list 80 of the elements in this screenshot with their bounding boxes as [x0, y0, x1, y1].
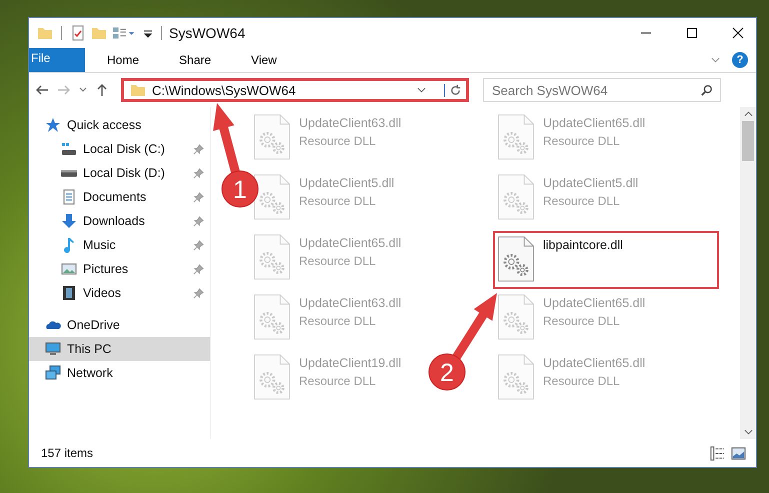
window-title: SysWOW64: [169, 25, 246, 41]
vertical-scrollbar[interactable]: [740, 107, 756, 439]
file-name: UpdateClient63.dll: [299, 296, 402, 310]
file-item[interactable]: libpaintcore.dll: [493, 231, 719, 289]
navigation-item[interactable]: Music: [29, 233, 210, 257]
chevron-down-icon[interactable]: [711, 57, 720, 63]
dll-file-icon: [253, 114, 291, 160]
details-view-icon[interactable]: [710, 446, 725, 460]
navigation-item[interactable]: Downloads: [29, 209, 210, 233]
navigation-item[interactable]: Local Disk (C:): [29, 137, 210, 161]
address-bar[interactable]: C:\Windows\SysWOW64: [121, 78, 469, 102]
navigation-item[interactable]: Quick access: [29, 113, 210, 137]
file-name: UpdateClient19.dll: [299, 356, 402, 370]
file-type: Resource DLL: [299, 254, 377, 268]
large-icons-view-icon[interactable]: [731, 446, 746, 460]
file-name: UpdateClient5.dll: [543, 176, 638, 190]
dll-file-icon: [497, 114, 535, 160]
ribbon-tab[interactable]: Home: [93, 48, 154, 72]
file-name: UpdateClient65.dll: [299, 236, 402, 250]
monitor-icon: [45, 341, 61, 357]
navigation-item[interactable]: Documents: [29, 185, 210, 209]
back-arrow-icon[interactable]: [35, 83, 49, 97]
music-note-icon: [61, 237, 77, 253]
dll-file-icon: [253, 174, 291, 220]
dll-file-icon: [253, 234, 291, 280]
navigation-item[interactable]: Videos: [29, 281, 210, 305]
picture-icon: [61, 261, 77, 277]
search-icon: [701, 84, 713, 96]
file-name: UpdateClient65.dll: [543, 116, 646, 130]
ribbon-tab[interactable]: View: [237, 48, 291, 72]
navigation-item[interactable]: Local Disk (D:): [29, 161, 210, 185]
file-name: libpaintcore.dll: [543, 238, 623, 252]
drive-icon: [61, 170, 77, 176]
properties-icon[interactable]: [70, 25, 86, 41]
scrollbar-thumb[interactable]: [742, 121, 754, 161]
dll-file-icon: [497, 236, 535, 282]
maximize-icon[interactable]: [686, 27, 698, 39]
navigation-item[interactable]: OneDrive: [29, 313, 210, 337]
navigation-item[interactable]: Pictures: [29, 257, 210, 281]
step-number-badge: 2: [428, 354, 466, 390]
file-type: Resource DLL: [543, 314, 621, 328]
folder-icon: [130, 82, 146, 98]
file-name: UpdateClient5.dll: [299, 176, 394, 190]
navigation-item[interactable]: Network: [29, 361, 210, 385]
drive-icon: [61, 141, 77, 157]
close-icon[interactable]: [732, 27, 744, 39]
file-type: Resource DLL: [543, 134, 621, 148]
file-type: Resource DLL: [299, 194, 377, 208]
recent-locations-icon[interactable]: [79, 87, 87, 93]
refresh-icon[interactable]: [444, 84, 462, 96]
address-path: C:\Windows\SysWOW64: [152, 82, 297, 98]
star-icon: [45, 117, 61, 133]
file-type: Resource DLL: [543, 374, 621, 388]
file-name: UpdateClient65.dll: [543, 296, 646, 310]
file-type: Resource DLL: [299, 374, 377, 388]
dll-file-icon: [253, 294, 291, 340]
network-icon: [45, 365, 61, 381]
dll-file-icon: [497, 354, 535, 400]
step-number-badge: 1: [222, 170, 258, 208]
up-arrow-icon[interactable]: [95, 83, 109, 97]
navigation-item[interactable]: This PC: [29, 337, 210, 361]
dll-file-icon: [253, 354, 291, 400]
dll-file-icon: [497, 294, 535, 340]
chevron-down-icon[interactable]: [417, 87, 426, 93]
file-type: Resource DLL: [299, 134, 377, 148]
file-menu-tab[interactable]: File: [29, 48, 85, 72]
search-field[interactable]: Search SysWOW64: [483, 78, 721, 102]
item-count: 157 items: [41, 446, 94, 460]
file-type: Resource DLL: [543, 194, 621, 208]
ribbon-tab[interactable]: Share: [165, 48, 226, 72]
download-arrow-icon: [61, 213, 77, 229]
dll-file-icon: [497, 174, 535, 220]
scroll-up-icon[interactable]: [744, 111, 752, 117]
file-name: UpdateClient65.dll: [543, 356, 646, 370]
file-type: Resource DLL: [299, 314, 377, 328]
file-name: UpdateClient63.dll: [299, 116, 402, 130]
document-icon: [61, 189, 77, 205]
film-icon: [61, 285, 77, 301]
help-button[interactable]: ?: [732, 52, 748, 68]
scroll-down-icon[interactable]: [744, 429, 752, 435]
